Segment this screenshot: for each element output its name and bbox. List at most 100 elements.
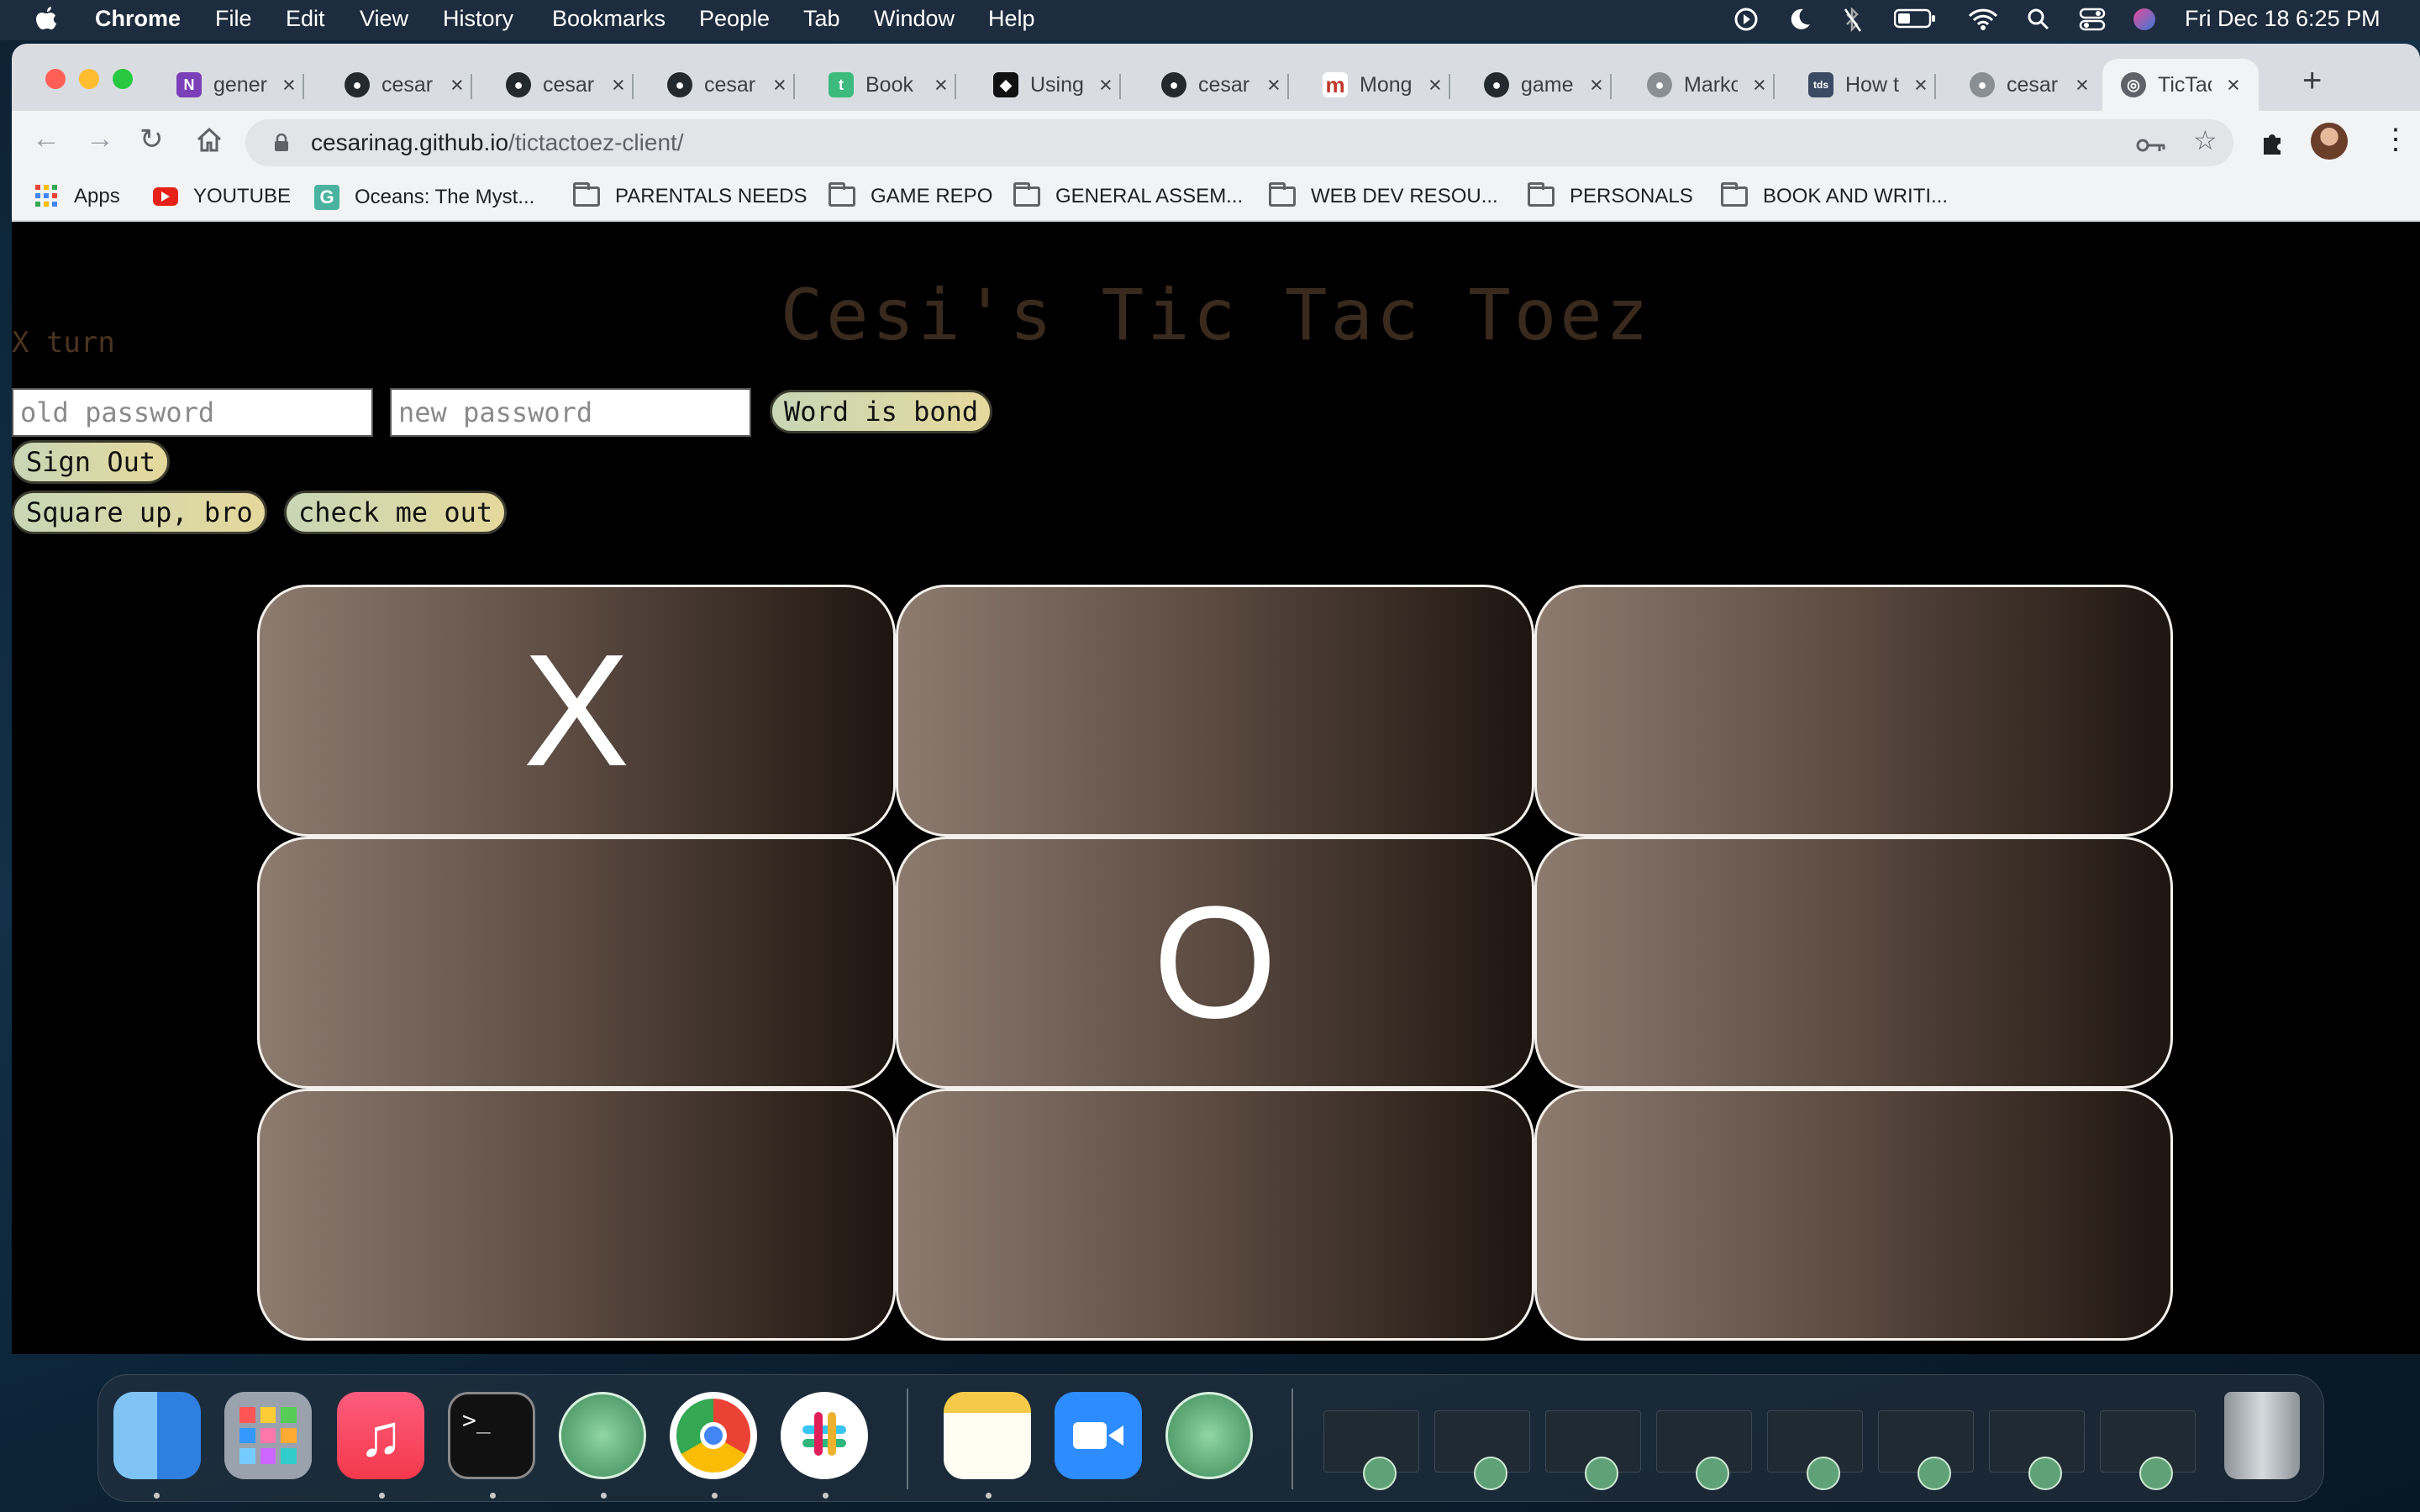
- tab[interactable]: ● cesar ×: [1161, 59, 1289, 111]
- chrome-menu-icon[interactable]: ⋮: [2381, 123, 2410, 156]
- minimized-window-thumbnail[interactable]: [1434, 1410, 1530, 1490]
- board-cell-7[interactable]: [896, 1089, 1534, 1341]
- slack-icon[interactable]: [781, 1392, 868, 1479]
- board-cell-2[interactable]: [1534, 585, 2173, 837]
- menu-view[interactable]: View: [360, 6, 408, 32]
- tab[interactable]: Ngener ×: [176, 59, 304, 111]
- tab[interactable]: ● cesar ×: [506, 59, 634, 111]
- menu-help[interactable]: Help: [988, 6, 1035, 32]
- lock-icon[interactable]: [274, 134, 289, 152]
- close-tab-icon[interactable]: ×: [1590, 72, 1603, 98]
- minimized-window-thumbnail[interactable]: [1656, 1410, 1752, 1490]
- close-tab-icon[interactable]: ×: [2227, 72, 2240, 98]
- extensions-icon[interactable]: [2259, 129, 2286, 156]
- close-tab-icon[interactable]: ×: [612, 72, 625, 98]
- siri-icon[interactable]: [2133, 8, 2156, 31]
- tab[interactable]: tds How t ×: [1808, 59, 1936, 111]
- close-window-button[interactable]: [45, 69, 66, 89]
- forward-button[interactable]: →: [86, 123, 114, 155]
- bookmark-folder-general-assembly[interactable]: GENERAL ASSEM...: [1013, 182, 1243, 208]
- launchpad-icon[interactable]: [224, 1392, 312, 1479]
- bookmark-oceans[interactable]: G Oceans: The Myst...: [314, 185, 534, 210]
- atom-icon[interactable]: [559, 1392, 646, 1479]
- zoom-icon[interactable]: [1055, 1392, 1142, 1479]
- menu-app-name[interactable]: Chrome: [95, 6, 181, 32]
- minimized-window-thumbnail[interactable]: [1323, 1410, 1419, 1490]
- tab-active[interactable]: ◎ TicTac ×: [2102, 59, 2259, 111]
- close-tab-icon[interactable]: ×: [1914, 72, 1928, 98]
- battery-icon[interactable]: [1894, 8, 1936, 29]
- wifi-icon[interactable]: [1968, 8, 1998, 31]
- board-cell-1[interactable]: [896, 585, 1534, 837]
- now-playing-icon[interactable]: [1734, 8, 1758, 31]
- menu-history[interactable]: History: [443, 6, 513, 32]
- menu-tab[interactable]: Tab: [803, 6, 840, 32]
- minimized-window-thumbnail[interactable]: [1989, 1410, 2085, 1490]
- close-tab-icon[interactable]: ×: [1267, 72, 1281, 98]
- address-bar[interactable]: cesarinag.github.io/tictactoez-client/: [245, 119, 2233, 166]
- home-button[interactable]: [195, 126, 224, 155]
- bookmark-folder-parentals[interactable]: PARENTALS NEEDS: [573, 182, 808, 208]
- bookmark-folder-game-repo[interactable]: GAME REPO: [829, 182, 992, 208]
- new-tab-button[interactable]: +: [2302, 62, 2322, 100]
- close-tab-icon[interactable]: ×: [450, 72, 464, 98]
- board-cell-3[interactable]: [257, 837, 896, 1089]
- profile-avatar[interactable]: [2311, 123, 2348, 160]
- board-cell-5[interactable]: [1534, 837, 2173, 1089]
- bookmark-folder-web-dev[interactable]: WEB DEV RESOU...: [1269, 182, 1498, 208]
- close-tab-icon[interactable]: ×: [1428, 72, 1442, 98]
- music-icon[interactable]: ♫: [337, 1392, 424, 1479]
- notes-icon[interactable]: [944, 1392, 1031, 1479]
- chrome-icon[interactable]: [670, 1392, 757, 1479]
- tab[interactable]: ● cesar ×: [667, 59, 795, 111]
- atom-icon[interactable]: [1165, 1392, 1253, 1479]
- spotlight-search-icon[interactable]: [2027, 8, 2050, 31]
- key-icon[interactable]: [2136, 136, 2166, 155]
- finder-icon[interactable]: [113, 1392, 201, 1479]
- apple-logo-icon[interactable]: [34, 5, 59, 34]
- board-cell-6[interactable]: [257, 1089, 896, 1341]
- minimized-window-thumbnail[interactable]: [2100, 1410, 2196, 1490]
- bookmark-apps[interactable]: Apps: [35, 185, 120, 208]
- board-cell-8[interactable]: [1534, 1089, 2173, 1341]
- board-cell-4[interactable]: O: [896, 837, 1534, 1089]
- zoom-window-button[interactable]: [113, 69, 133, 89]
- new-password-input[interactable]: [390, 388, 751, 437]
- close-tab-icon[interactable]: ×: [1753, 72, 1766, 98]
- tab[interactable]: ● cesar ×: [1970, 59, 2089, 111]
- new-game-button[interactable]: Square up, bro: [12, 491, 267, 534]
- minimized-window-thumbnail[interactable]: [1767, 1410, 1863, 1490]
- sign-out-button[interactable]: Sign Out: [12, 440, 171, 484]
- trash-icon[interactable]: [2224, 1392, 2300, 1479]
- change-password-button[interactable]: Word is bond: [770, 390, 993, 433]
- minimize-window-button[interactable]: [79, 69, 99, 89]
- close-tab-icon[interactable]: ×: [1099, 72, 1113, 98]
- control-center-icon[interactable]: [2079, 8, 2106, 31]
- close-tab-icon[interactable]: ×: [773, 72, 786, 98]
- close-tab-icon[interactable]: ×: [934, 72, 948, 98]
- minimized-window-thumbnail[interactable]: [1878, 1410, 1974, 1490]
- menu-window[interactable]: Window: [874, 6, 955, 32]
- tab[interactable]: t Book ×: [829, 59, 956, 111]
- old-password-input[interactable]: [12, 388, 373, 437]
- board-cell-0[interactable]: X: [257, 585, 896, 837]
- close-tab-icon[interactable]: ×: [282, 72, 296, 98]
- menu-file[interactable]: File: [215, 6, 252, 32]
- tab[interactable]: m Mong ×: [1323, 59, 1450, 111]
- bluetooth-off-icon[interactable]: [1844, 8, 1862, 33]
- back-button[interactable]: ←: [32, 123, 60, 155]
- minimized-window-thumbnail[interactable]: [1545, 1410, 1641, 1490]
- reload-button[interactable]: ↻: [139, 123, 164, 156]
- menu-people[interactable]: People: [699, 6, 770, 32]
- moon-icon[interactable]: [1788, 8, 1812, 31]
- bookmark-folder-book-writing[interactable]: BOOK AND WRITI...: [1721, 182, 1948, 208]
- bookmark-star-icon[interactable]: ☆: [2193, 124, 2217, 156]
- tab[interactable]: ● game ×: [1484, 59, 1612, 111]
- bookmark-folder-personals[interactable]: PERSONALS: [1528, 182, 1693, 208]
- tab[interactable]: ◆ Using ×: [993, 59, 1121, 111]
- stats-button[interactable]: check me out: [284, 491, 508, 534]
- bookmark-youtube[interactable]: YOUTUBE: [153, 185, 291, 208]
- menubar-clock[interactable]: Fri Dec 18 6:25 PM: [2185, 6, 2381, 32]
- tab[interactable]: ● cesar ×: [345, 59, 472, 111]
- terminal-icon[interactable]: >_: [448, 1392, 535, 1479]
